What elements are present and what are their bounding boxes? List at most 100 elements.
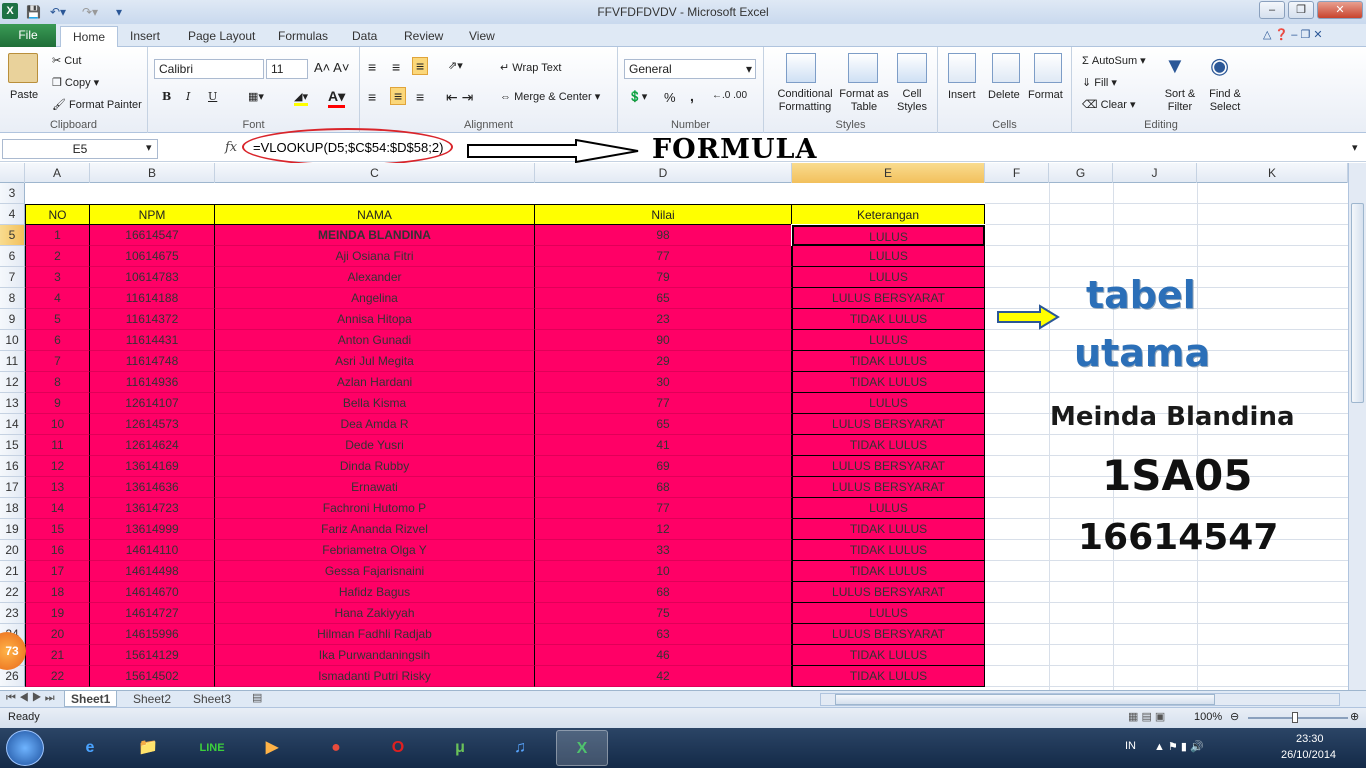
borders-icon[interactable]: ▦▾ bbox=[248, 90, 264, 103]
name-box[interactable]: E5 bbox=[2, 139, 158, 159]
cell-npm[interactable]: 14614498 bbox=[90, 561, 215, 582]
column-header-f[interactable]: F bbox=[985, 163, 1049, 183]
cell-no[interactable]: 13 bbox=[25, 477, 90, 498]
cell-nama[interactable]: MEINDA BLANDINA bbox=[215, 225, 535, 246]
cell-no[interactable]: 22 bbox=[25, 666, 90, 687]
header-nilai[interactable]: Nilai bbox=[535, 204, 792, 225]
utorrent-icon[interactable]: μ bbox=[434, 730, 486, 766]
cell-keterangan[interactable]: LULUS BERSYARAT bbox=[792, 456, 985, 477]
cell-no[interactable]: 14 bbox=[25, 498, 90, 519]
cut-button[interactable]: ✂ Cut bbox=[52, 54, 81, 67]
align-middle-icon[interactable]: ≡ bbox=[392, 59, 400, 75]
cell-nilai[interactable]: 12 bbox=[535, 519, 792, 540]
cell-no[interactable]: 3 bbox=[25, 267, 90, 288]
align-center-icon[interactable]: ≡ bbox=[390, 87, 407, 105]
zoom-level[interactable]: 100% bbox=[1194, 711, 1222, 723]
vertical-scroll-thumb[interactable] bbox=[1351, 203, 1364, 403]
zoom-slider-thumb[interactable] bbox=[1292, 712, 1298, 723]
cell-nilai[interactable]: 23 bbox=[535, 309, 792, 330]
cell-npm[interactable]: 13614723 bbox=[90, 498, 215, 519]
cell-npm[interactable]: 13614999 bbox=[90, 519, 215, 540]
currency-icon[interactable]: 💲▾ bbox=[628, 90, 647, 103]
cell-keterangan[interactable]: LULUS bbox=[792, 246, 985, 267]
format-cells-icon[interactable] bbox=[1034, 53, 1062, 83]
horizontal-scroll-thumb[interactable] bbox=[835, 694, 1215, 705]
cell-styles-icon[interactable] bbox=[897, 53, 927, 83]
cell-no[interactable]: 5 bbox=[25, 309, 90, 330]
cell-no[interactable]: 9 bbox=[25, 393, 90, 414]
cell-keterangan[interactable]: TIDAK LULUS bbox=[792, 519, 985, 540]
cell-npm[interactable]: 14614110 bbox=[90, 540, 215, 561]
cell-keterangan[interactable]: TIDAK LULUS bbox=[792, 645, 985, 666]
number-format-select[interactable]: General ▾ bbox=[624, 59, 756, 79]
line-app-icon[interactable]: LINE bbox=[186, 730, 238, 766]
excel-taskbar-icon[interactable]: X bbox=[556, 730, 608, 766]
cell-keterangan[interactable]: TIDAK LULUS bbox=[792, 666, 985, 687]
cell-no[interactable]: 19 bbox=[25, 603, 90, 624]
column-header-e[interactable]: E bbox=[792, 163, 985, 183]
cell-keterangan[interactable]: LULUS bbox=[792, 330, 985, 351]
cell-nama[interactable]: Ernawati bbox=[215, 477, 535, 498]
paste-icon[interactable] bbox=[8, 53, 38, 83]
cell-npm[interactable]: 11614372 bbox=[90, 309, 215, 330]
delete-cells-icon[interactable] bbox=[992, 53, 1020, 83]
autosum-button[interactable]: Σ AutoSum ▾ bbox=[1082, 54, 1146, 67]
row-header[interactable]: 10 bbox=[0, 330, 25, 351]
worksheet-grid[interactable]: 3 4 NO NPM NAMA Nilai Keterangan tabel u… bbox=[0, 183, 1348, 690]
sheet-tab-3[interactable]: Sheet3 bbox=[187, 691, 237, 707]
cell-no[interactable]: 7 bbox=[25, 351, 90, 372]
cell-npm[interactable]: 12614107 bbox=[90, 393, 215, 414]
fill-button[interactable]: ⇓ Fill ▾ bbox=[1082, 76, 1117, 89]
align-left-icon[interactable]: ≡ bbox=[368, 89, 376, 105]
cell-nilai[interactable]: 30 bbox=[535, 372, 792, 393]
close-button[interactable]: ✕ bbox=[1317, 1, 1363, 19]
select-all-corner[interactable] bbox=[0, 163, 25, 183]
cell-npm[interactable]: 12614573 bbox=[90, 414, 215, 435]
row-header[interactable]: 6 bbox=[0, 246, 25, 267]
itunes-icon[interactable]: ♫ bbox=[494, 730, 546, 766]
header-keterangan[interactable]: Keterangan bbox=[792, 204, 985, 225]
format-as-table-button[interactable]: Format as Table bbox=[836, 88, 892, 114]
cell-nilai[interactable]: 42 bbox=[535, 666, 792, 687]
conditional-formatting-button[interactable]: Conditional Formatting bbox=[770, 88, 840, 114]
insert-cells-icon[interactable] bbox=[948, 53, 976, 83]
column-header-b[interactable]: B bbox=[90, 163, 215, 183]
sheet-tab-2[interactable]: Sheet2 bbox=[127, 691, 177, 707]
zoom-in-icon[interactable]: ⊕ bbox=[1350, 710, 1359, 723]
cell-nilai[interactable]: 69 bbox=[535, 456, 792, 477]
cell-nilai[interactable]: 33 bbox=[535, 540, 792, 561]
tab-insert[interactable]: Insert bbox=[118, 26, 172, 47]
row-header[interactable]: 19 bbox=[0, 519, 25, 540]
cell-no[interactable]: 11 bbox=[25, 435, 90, 456]
cell-no[interactable]: 21 bbox=[25, 645, 90, 666]
fill-color-icon[interactable]: ◢▾ bbox=[294, 90, 308, 106]
tab-data[interactable]: Data bbox=[340, 26, 389, 47]
cell-nama[interactable]: Aji Osiana Fitri bbox=[215, 246, 535, 267]
font-grow-shrink-icon[interactable]: A˄ A˅ bbox=[314, 60, 349, 75]
cell-no[interactable]: 15 bbox=[25, 519, 90, 540]
cell-styles-button[interactable]: Cell Styles bbox=[890, 88, 934, 114]
row-header[interactable]: 12 bbox=[0, 372, 25, 393]
conditional-formatting-icon[interactable] bbox=[786, 53, 816, 83]
cell-keterangan[interactable]: TIDAK LULUS bbox=[792, 351, 985, 372]
row-header[interactable]: 21 bbox=[0, 561, 25, 582]
cell-npm[interactable]: 10614675 bbox=[90, 246, 215, 267]
cell-npm[interactable]: 11614431 bbox=[90, 330, 215, 351]
cell-npm[interactable]: 13614169 bbox=[90, 456, 215, 477]
tray-icons[interactable]: ▲ ⚑ ▮ 🔊 bbox=[1154, 740, 1204, 753]
name-box-dropdown-icon[interactable]: ▾ bbox=[146, 141, 152, 154]
cell-npm[interactable]: 10614783 bbox=[90, 267, 215, 288]
cell-no[interactable]: 12 bbox=[25, 456, 90, 477]
sheet-nav-arrows[interactable]: ⏮ ◀ ▶ ⏭ bbox=[6, 692, 55, 705]
header-npm[interactable]: NPM bbox=[90, 204, 215, 225]
sheet-tab-1[interactable]: Sheet1 bbox=[64, 691, 118, 707]
sort-filter-icon[interactable]: ▼ bbox=[1164, 53, 1186, 79]
paste-button[interactable]: Paste bbox=[10, 89, 38, 101]
row-header[interactable]: 3 bbox=[0, 183, 25, 204]
cell-nilai[interactable]: 77 bbox=[535, 246, 792, 267]
cell-npm[interactable]: 14614727 bbox=[90, 603, 215, 624]
format-cells-button[interactable]: Format bbox=[1028, 89, 1063, 101]
cell-nama[interactable]: Ismadanti Putri Risky bbox=[215, 666, 535, 687]
cell-npm[interactable]: 16614547 bbox=[90, 225, 215, 246]
cell-nama[interactable]: Alexander bbox=[215, 267, 535, 288]
